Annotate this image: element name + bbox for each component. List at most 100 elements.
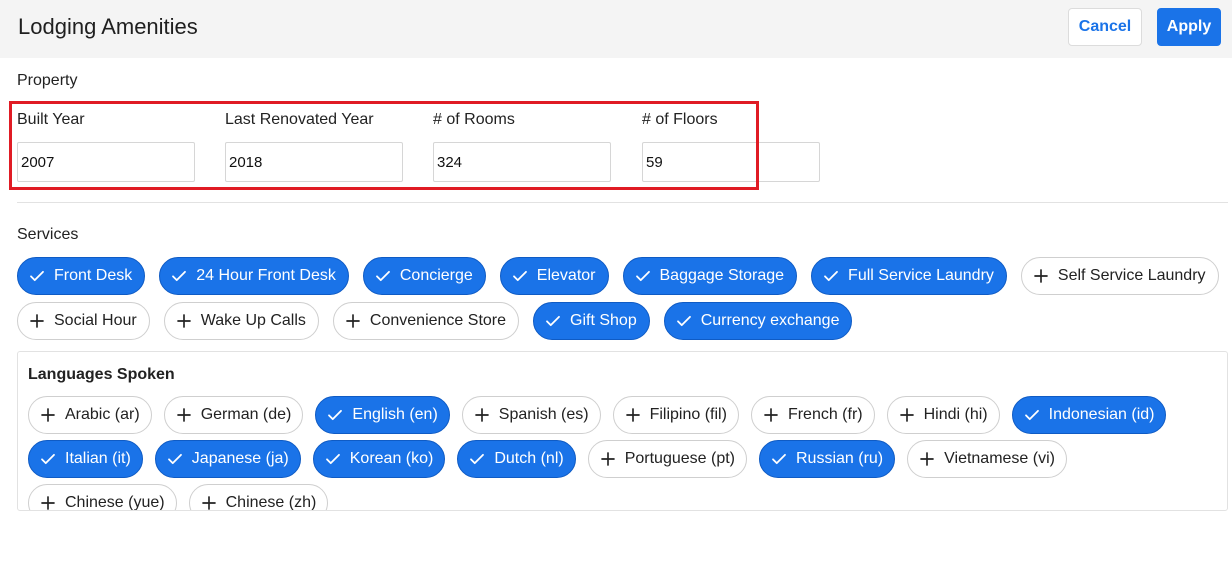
check-icon (546, 315, 560, 327)
chip-italian[interactable]: Italian (it) (28, 440, 143, 478)
chip-japanese[interactable]: Japanese (ja) (154, 440, 301, 478)
check-icon (30, 270, 44, 282)
services-chip-list: Front Desk 24 Hour Front Desk Concierge … (17, 257, 1229, 340)
chip-label: Hindi (hi) (923, 406, 988, 423)
chip-label: Convenience Store (369, 312, 507, 329)
chip-german[interactable]: German (de) (163, 396, 304, 434)
chip-label: French (fr) (787, 406, 863, 423)
chip-convenience-store[interactable]: Convenience Store (332, 302, 520, 340)
chip-label: Full Service Laundry (848, 267, 994, 284)
chip-label: Self Service Laundry (1057, 267, 1206, 284)
chip-hindi[interactable]: Hindi (hi) (886, 396, 1000, 434)
chip-baggage-storage[interactable]: Baggage Storage (622, 257, 798, 295)
chip-label: Elevator (536, 267, 596, 284)
chip-label: German (de) (200, 406, 292, 423)
chip-korean[interactable]: Korean (ko) (312, 440, 446, 478)
plus-icon (600, 452, 615, 466)
section-divider (17, 202, 1228, 203)
chip-label: Portuguese (pt) (624, 450, 735, 467)
plus-icon (764, 408, 778, 422)
chip-front-desk[interactable]: Front Desk (17, 257, 146, 295)
chip-24-hour-front-desk[interactable]: 24 Hour Front Desk (159, 257, 349, 295)
dialog-header: Lodging Amenities Cancel Apply (0, 0, 1232, 58)
chip-vietnamese[interactable]: Vietnamese (vi) (907, 440, 1067, 478)
chip-english[interactable]: English (en) (315, 396, 450, 434)
check-icon (325, 453, 340, 465)
check-icon (512, 270, 527, 282)
plus-icon (41, 408, 55, 422)
chip-self-service-laundry[interactable]: Self Service Laundry (1020, 257, 1219, 295)
chip-label: Vietnamese (vi) (944, 450, 1055, 467)
last-renovated-year-input[interactable] (225, 142, 403, 182)
chip-chinese-zh[interactable]: Chinese (zh) (188, 484, 329, 511)
chip-chinese-yue[interactable]: Chinese (yue) (28, 484, 177, 511)
plus-icon (176, 314, 191, 328)
chip-russian[interactable]: Russian (ru) (758, 440, 896, 478)
chip-label: Chinese (yue) (65, 494, 165, 511)
chip-label: Concierge (399, 267, 473, 284)
chip-full-service-laundry[interactable]: Full Service Laundry (811, 257, 1007, 295)
chip-label: Social Hour (54, 312, 137, 329)
built-year-label: Built Year (17, 111, 85, 128)
chip-label: Korean (ko) (349, 450, 434, 467)
languages-section-label: Languages Spoken (28, 366, 175, 383)
plus-icon (625, 408, 640, 422)
check-icon (772, 453, 786, 465)
chip-label: Dutch (nl) (494, 450, 564, 467)
chip-arabic[interactable]: Arabic (ar) (28, 396, 152, 434)
services-section-label: Services (17, 226, 79, 243)
rooms-count-label: # of Rooms (433, 111, 515, 128)
chip-label: Chinese (zh) (225, 494, 317, 511)
chip-label: Gift Shop (570, 312, 637, 329)
chip-label: Spanish (es) (498, 406, 589, 423)
chip-currency-exchange[interactable]: Currency exchange (663, 302, 853, 340)
plus-icon (30, 314, 44, 328)
chip-gift-shop[interactable]: Gift Shop (533, 302, 650, 340)
last-renovated-year-label: Last Renovated Year (225, 111, 374, 128)
apply-button[interactable]: Apply (1157, 8, 1221, 46)
plus-icon (920, 452, 934, 466)
floors-count-label: # of Floors (642, 111, 718, 128)
floors-count-input[interactable] (642, 142, 820, 182)
check-icon (635, 270, 650, 282)
chip-filipino[interactable]: Filipino (fil) (612, 396, 739, 434)
cancel-button[interactable]: Cancel (1068, 8, 1142, 46)
plus-icon (176, 408, 191, 422)
chip-social-hour[interactable]: Social Hour (17, 302, 150, 340)
chip-label: Baggage Storage (659, 267, 785, 284)
chip-french[interactable]: French (fr) (750, 396, 875, 434)
check-icon (172, 270, 187, 282)
plus-icon (201, 496, 216, 510)
chip-spanish[interactable]: Spanish (es) (461, 396, 601, 434)
plus-icon (346, 314, 360, 328)
chip-label: Wake Up Calls (200, 312, 306, 329)
chip-concierge[interactable]: Concierge (362, 257, 486, 295)
languages-chip-list: Arabic (ar) German (de) English (en) Spa… (28, 396, 1218, 511)
chip-dutch[interactable]: Dutch (nl) (457, 440, 576, 478)
chip-label: Indonesian (id) (1048, 406, 1155, 423)
chip-label: Front Desk (54, 267, 133, 284)
plus-icon (1034, 269, 1048, 283)
check-icon (375, 270, 390, 282)
chip-label: English (en) (352, 406, 438, 423)
chip-indonesian[interactable]: Indonesian (id) (1011, 396, 1167, 434)
page-title: Lodging Amenities (18, 14, 198, 39)
chip-label: 24 Hour Front Desk (196, 267, 336, 284)
chip-label: Arabic (ar) (65, 406, 140, 423)
chip-label: Currency exchange (700, 312, 840, 329)
rooms-count-input[interactable] (433, 142, 611, 182)
check-icon (328, 409, 343, 421)
chip-portuguese[interactable]: Portuguese (pt) (587, 440, 747, 478)
check-icon (41, 453, 55, 465)
chip-label: Japanese (ja) (191, 450, 289, 467)
plus-icon (899, 408, 914, 422)
check-icon (824, 270, 838, 282)
built-year-input[interactable] (17, 142, 195, 182)
check-icon (1024, 409, 1039, 421)
chip-label: Italian (it) (65, 450, 131, 467)
chip-label: Russian (ru) (795, 450, 884, 467)
plus-icon (474, 408, 489, 422)
chip-wake-up-calls[interactable]: Wake Up Calls (163, 302, 319, 340)
chip-elevator[interactable]: Elevator (499, 257, 609, 295)
check-icon (167, 453, 182, 465)
